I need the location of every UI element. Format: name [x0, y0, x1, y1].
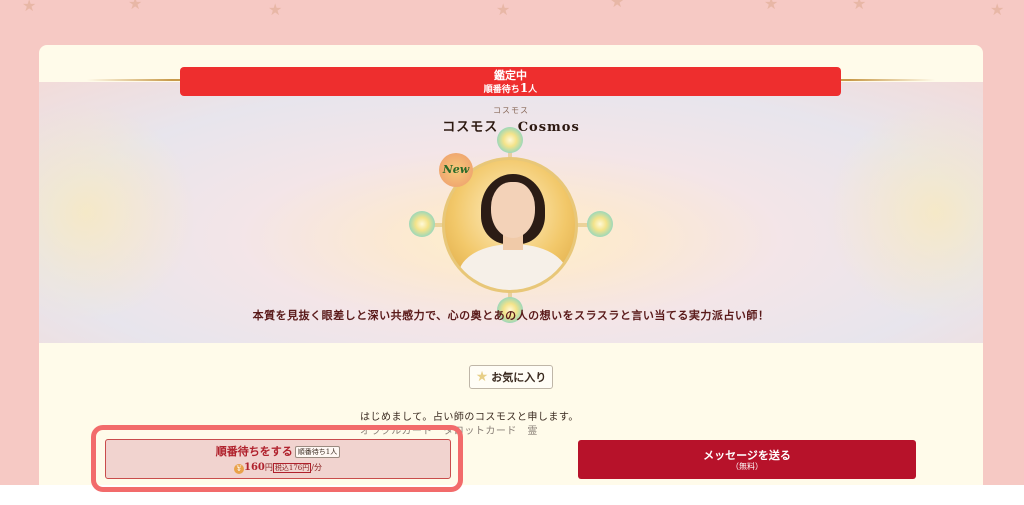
favorite-button[interactable]: ★ お気に入り — [469, 365, 553, 389]
favorite-label: お気に入り — [491, 371, 547, 384]
profile-card: 鑑定中 順番待ち1人 コスモス コスモス ＿Cosmos New 本質を見抜く眼… — [39, 45, 983, 485]
ornament-orb — [497, 127, 523, 153]
star-icon: ★ — [764, 0, 779, 13]
star-icon: ★ — [22, 0, 37, 15]
send-message-button[interactable]: メッセージを送る （無料） — [578, 440, 916, 479]
new-badge: New — [439, 153, 473, 187]
queue-count: 順番待ち1人 — [483, 81, 538, 95]
ornament-orb — [587, 211, 613, 237]
star-icon: ★ — [496, 0, 511, 19]
star-icon: ★ — [990, 0, 1005, 19]
catchphrase: 本質を見抜く眼差しと深い共感力で、心の奥とあの人の想いをスラスラと言い当てる実力… — [252, 309, 770, 322]
status-title: 鑑定中 — [494, 69, 527, 82]
star-icon: ★ — [610, 0, 625, 11]
name-reading: コスモス — [493, 106, 529, 115]
message-button-sublabel: （無料） — [731, 462, 763, 471]
star-icon: ★ — [128, 0, 143, 13]
ornament-orb — [409, 211, 435, 237]
star-icon: ★ — [268, 0, 283, 19]
star-icon: ★ — [852, 0, 867, 13]
intro-line: はじめまして。占い師のコスモスと申します。 — [360, 412, 579, 423]
message-button-label: メッセージを送る — [703, 449, 791, 462]
star-decoration: ★ ★ ★ ★ ★ ★ ★ ★ — [0, 0, 1024, 30]
highlight-frame — [91, 425, 463, 492]
star-icon: ★ — [475, 369, 489, 385]
status-bar: 鑑定中 順番待ち1人 — [180, 67, 841, 96]
